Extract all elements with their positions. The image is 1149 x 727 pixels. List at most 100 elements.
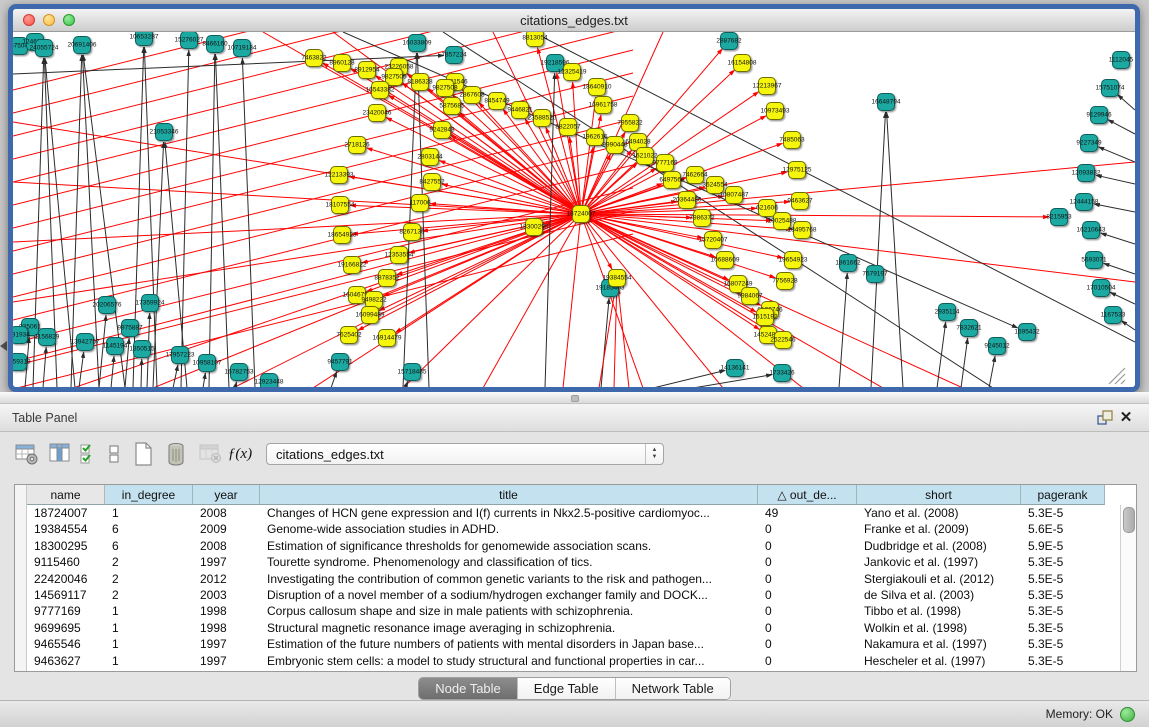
table-cell[interactable]: 6 bbox=[105, 538, 193, 554]
graph-node[interactable]: 8186328 bbox=[407, 74, 433, 91]
table-scrollbar-thumb[interactable] bbox=[1123, 507, 1135, 533]
table-cell[interactable]: Hescheler et al. (1997) bbox=[857, 653, 1021, 669]
graph-edge[interactable] bbox=[203, 373, 205, 388]
graph-node[interactable]: 7955822 bbox=[617, 115, 643, 132]
table-cell[interactable]: Estimation of the future numbers of pati… bbox=[260, 636, 758, 652]
table-cell[interactable]: Yano et al. (2008) bbox=[857, 505, 1021, 521]
graph-node[interactable]: 23420046 bbox=[363, 105, 392, 122]
table-row[interactable]: 946554611997Estimation of the future num… bbox=[27, 636, 1121, 652]
graph-node[interactable]: 12923448 bbox=[255, 374, 284, 389]
table-cell[interactable]: Tourette syndrome. Phenomenology and cla… bbox=[260, 554, 758, 570]
graph-node[interactable]: 10958107 bbox=[193, 355, 222, 372]
table-cell[interactable]: 0 bbox=[758, 587, 857, 603]
graph-node[interactable]: 16099489 bbox=[356, 307, 385, 324]
graph-node[interactable]: 9129946 bbox=[1086, 107, 1112, 124]
table-selector-dropdown[interactable]: citations_edges.txt ▲▼ bbox=[266, 443, 664, 465]
graph-edge[interactable] bbox=[1103, 263, 1135, 274]
graph-node[interactable]: 18654923 bbox=[328, 227, 357, 244]
table-cell[interactable]: 5.3E-5 bbox=[1021, 587, 1105, 603]
table-cell[interactable]: 1 bbox=[105, 620, 193, 636]
table-cell[interactable]: 0 bbox=[758, 538, 857, 554]
graph-edge[interactable] bbox=[417, 53, 429, 388]
column-header-out_de[interactable]: △ out_de... bbox=[758, 485, 857, 505]
table-cell[interactable]: Genome-wide association studies in ADHD. bbox=[260, 521, 758, 537]
table-cell[interactable]: Investigating the contribution of common… bbox=[260, 571, 758, 587]
table-cell[interactable]: 49 bbox=[758, 505, 857, 521]
table-cell[interactable]: Structural magnetic resonance image aver… bbox=[260, 620, 758, 636]
graph-node[interactable]: 17957223 bbox=[166, 347, 195, 364]
close-window-button[interactable] bbox=[23, 14, 35, 26]
graph-edge[interactable] bbox=[1101, 233, 1135, 244]
table-cell[interactable]: 2 bbox=[105, 587, 193, 603]
table-cell[interactable]: Changes of HCN gene expression and I(f) … bbox=[260, 505, 758, 521]
table-cell[interactable]: 9465546 bbox=[27, 636, 105, 652]
table-cell[interactable]: 19384554 bbox=[27, 521, 105, 537]
graph-edge[interactable] bbox=[573, 82, 581, 214]
table-cell[interactable]: 1 bbox=[105, 653, 193, 669]
graph-edge[interactable] bbox=[961, 338, 968, 388]
graph-node[interactable]: 7679197 bbox=[862, 266, 888, 283]
tab-node-table[interactable]: Node Table bbox=[419, 678, 518, 699]
column-header-in_degree[interactable]: in_degree bbox=[105, 485, 193, 505]
graph-node[interactable]: 8813054 bbox=[522, 32, 548, 47]
table-row[interactable]: 969969511998Structural magnetic resonanc… bbox=[27, 620, 1121, 636]
table-row[interactable]: 1938455462009Genome-wide association stu… bbox=[27, 521, 1121, 537]
table-cell[interactable]: 5.3E-5 bbox=[1021, 636, 1105, 652]
minimize-window-button[interactable] bbox=[43, 14, 55, 26]
table-cell[interactable]: 2003 bbox=[193, 587, 260, 603]
column-header-year[interactable]: year bbox=[193, 485, 260, 505]
graph-node[interactable]: 20691406 bbox=[68, 37, 97, 54]
table-cell[interactable]: Stergiakouli et al. (2012) bbox=[857, 571, 1021, 587]
table-cell[interactable]: 2009 bbox=[193, 521, 260, 537]
graph-node[interactable]: 1145194 bbox=[103, 338, 128, 355]
graph-edge[interactable] bbox=[1108, 120, 1135, 134]
network-canvas[interactable]: 1872400718300295937504112466782405572420… bbox=[13, 32, 1135, 388]
graph-node[interactable]: 9245012 bbox=[984, 338, 1010, 355]
function-builder-icon[interactable]: ƒ(x) bbox=[228, 439, 252, 469]
table-row[interactable]: 1830029562008Estimation of significance … bbox=[27, 538, 1121, 554]
graph-node[interactable]: 7485063 bbox=[779, 132, 805, 149]
window-titlebar[interactable]: citations_edges.txt bbox=[13, 9, 1135, 32]
graph-node[interactable]: 1112045 bbox=[1109, 52, 1134, 69]
table-row[interactable]: 1456911722003Disruption of a novel membe… bbox=[27, 587, 1121, 603]
graph-node[interactable]: 5693071 bbox=[1081, 252, 1107, 269]
table-cell[interactable]: 0 bbox=[758, 603, 857, 619]
table-cell[interactable]: Wolkin et al. (1998) bbox=[857, 620, 1021, 636]
graph-node[interactable]: 7756928 bbox=[772, 273, 798, 290]
graph-node[interactable]: 14136141 bbox=[721, 360, 750, 377]
graph-edge[interactable] bbox=[653, 370, 725, 388]
network-window[interactable]: citations_edges.txt 18724007183002959375… bbox=[8, 4, 1140, 392]
table-cell[interactable]: 1998 bbox=[193, 620, 260, 636]
graph-node[interactable]: 7857224 bbox=[441, 47, 467, 64]
graph-edge[interactable] bbox=[599, 288, 615, 388]
graph-node[interactable]: 16210643 bbox=[1077, 222, 1106, 239]
select-rows-button[interactable] bbox=[78, 439, 102, 469]
graph-edge[interactable] bbox=[13, 214, 581, 242]
table-row[interactable]: 977716911998Corpus callosum shape and si… bbox=[27, 603, 1121, 619]
table-cell[interactable]: 9115460 bbox=[27, 554, 105, 570]
float-panel-icon[interactable] bbox=[1093, 409, 1115, 427]
graph-edge[interactable] bbox=[1121, 321, 1135, 330]
network-graph[interactable]: 1872400718300295937504112466782405572420… bbox=[13, 32, 1135, 388]
new-column-button[interactable] bbox=[126, 439, 160, 469]
graph-node[interactable]: 9457791 bbox=[327, 354, 353, 371]
graph-node[interactable]: 12975125 bbox=[783, 162, 812, 179]
graph-edge[interactable] bbox=[141, 359, 142, 388]
graph-node[interactable]: 2935114 bbox=[935, 304, 960, 321]
graph-node[interactable]: 5875685 bbox=[439, 98, 465, 115]
graph-edge[interactable] bbox=[43, 347, 46, 388]
table-cell[interactable]: Nakamura et al. (1997) bbox=[857, 636, 1021, 652]
table-cell[interactable]: 6 bbox=[105, 521, 193, 537]
graph-node[interactable]: 9463627 bbox=[787, 193, 813, 210]
close-panel-icon[interactable]: ✕ bbox=[1115, 409, 1137, 427]
zoom-window-button[interactable] bbox=[63, 14, 75, 26]
graph-node[interactable]: 12444158 bbox=[1070, 194, 1099, 211]
table-cell[interactable]: 1997 bbox=[193, 653, 260, 669]
graph-edge[interactable] bbox=[533, 32, 1135, 342]
graph-node[interactable]: 15276027 bbox=[175, 32, 204, 49]
graph-edge[interactable] bbox=[242, 58, 255, 388]
table-cell[interactable]: 5.3E-5 bbox=[1021, 653, 1105, 669]
table-cell[interactable]: 1 bbox=[105, 603, 193, 619]
row-height-button[interactable] bbox=[102, 439, 126, 469]
graph-edge[interactable] bbox=[235, 382, 237, 388]
